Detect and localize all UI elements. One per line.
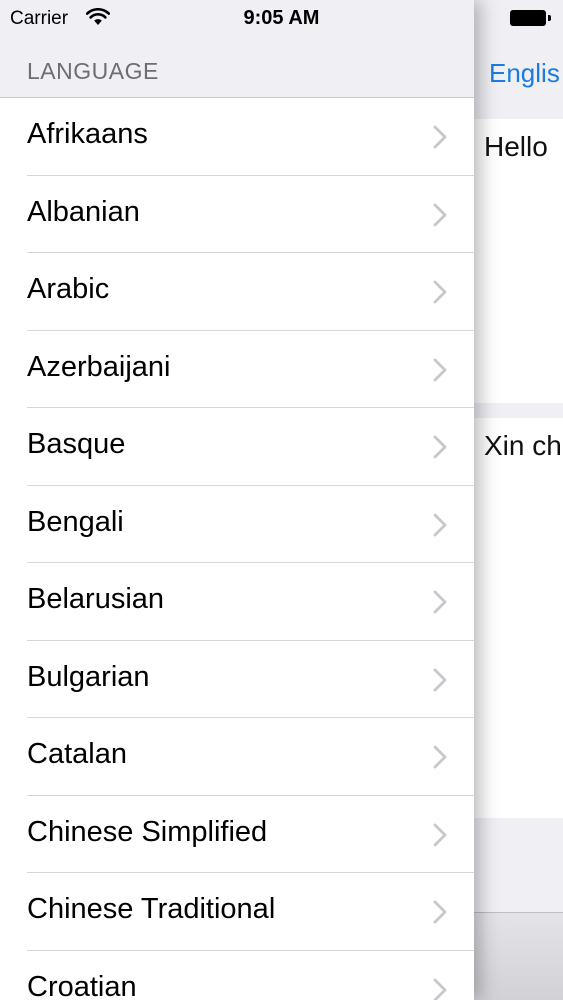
language-label: Azerbaijani	[27, 350, 171, 383]
source-text-area[interactable]: Hello	[474, 119, 563, 403]
language-row[interactable]: Arabic	[0, 253, 474, 331]
language-label: Bulgarian	[27, 660, 150, 693]
chevron-right-icon	[433, 203, 447, 226]
language-label: Belarusian	[27, 583, 165, 615]
language-list: Afrikaans Albanian Arabic Azerbaijani Basque…	[0, 97, 474, 1000]
language-row[interactable]: Albanian	[0, 175, 474, 253]
chevron-right-icon	[433, 125, 447, 149]
chevron-right-icon	[433, 900, 447, 924]
language-label: Chinese Simplified	[27, 815, 268, 848]
language-label: Croatian	[27, 970, 137, 1000]
language-row[interactable]: Chinese Simplified	[0, 795, 474, 873]
chevron-right-icon	[433, 823, 447, 846]
language-label: Arabic	[27, 273, 110, 305]
language-label: Afrikaans	[27, 118, 148, 150]
status-time: 9:05 AM	[243, 7, 320, 29]
language-label: Chinese Traditional	[27, 893, 276, 925]
source-text: Hello	[484, 131, 548, 162]
chevron-right-icon	[433, 513, 447, 536]
language-row[interactable]: Chinese Traditional	[0, 873, 474, 951]
bottom-toolbar	[474, 912, 563, 1000]
language-row[interactable]: Bengali	[0, 485, 474, 563]
language-drawer: Carrier LANGUAGE Afrikaans Albanian Arabic…	[0, 0, 474, 1000]
language-row[interactable]: Bulgarian	[0, 640, 474, 718]
chevron-right-icon	[433, 358, 447, 381]
translated-text: Xin ch	[484, 430, 562, 461]
language-label: Catalan	[27, 738, 127, 770]
language-row[interactable]: Catalan	[0, 718, 474, 796]
chevron-right-icon	[433, 668, 447, 691]
translator-panel: Englis Hello Xin ch	[474, 0, 563, 1000]
chevron-right-icon	[433, 978, 447, 1000]
language-row[interactable]: Basque	[0, 408, 474, 486]
language-row[interactable]: Azerbaijani	[0, 330, 474, 408]
language-row[interactable]: Croatian	[0, 950, 474, 1000]
chevron-right-icon	[433, 435, 447, 459]
language-row[interactable]: Afrikaans	[0, 98, 474, 176]
language-label: Basque	[27, 428, 126, 460]
chevron-right-icon	[433, 745, 447, 769]
language-label: Albanian	[27, 195, 140, 228]
section-header: LANGUAGE	[27, 58, 159, 84]
language-row[interactable]: Belarusian	[0, 563, 474, 641]
language-label: Bengali	[27, 505, 124, 538]
source-language-button[interactable]: Englis	[489, 58, 560, 89]
translated-text-area: Xin ch	[474, 418, 563, 818]
chevron-right-icon	[433, 590, 447, 614]
screen: Englis Hello Xin ch Carrier LANGUAGE Afr…	[0, 0, 563, 1000]
chevron-right-icon	[433, 280, 447, 304]
